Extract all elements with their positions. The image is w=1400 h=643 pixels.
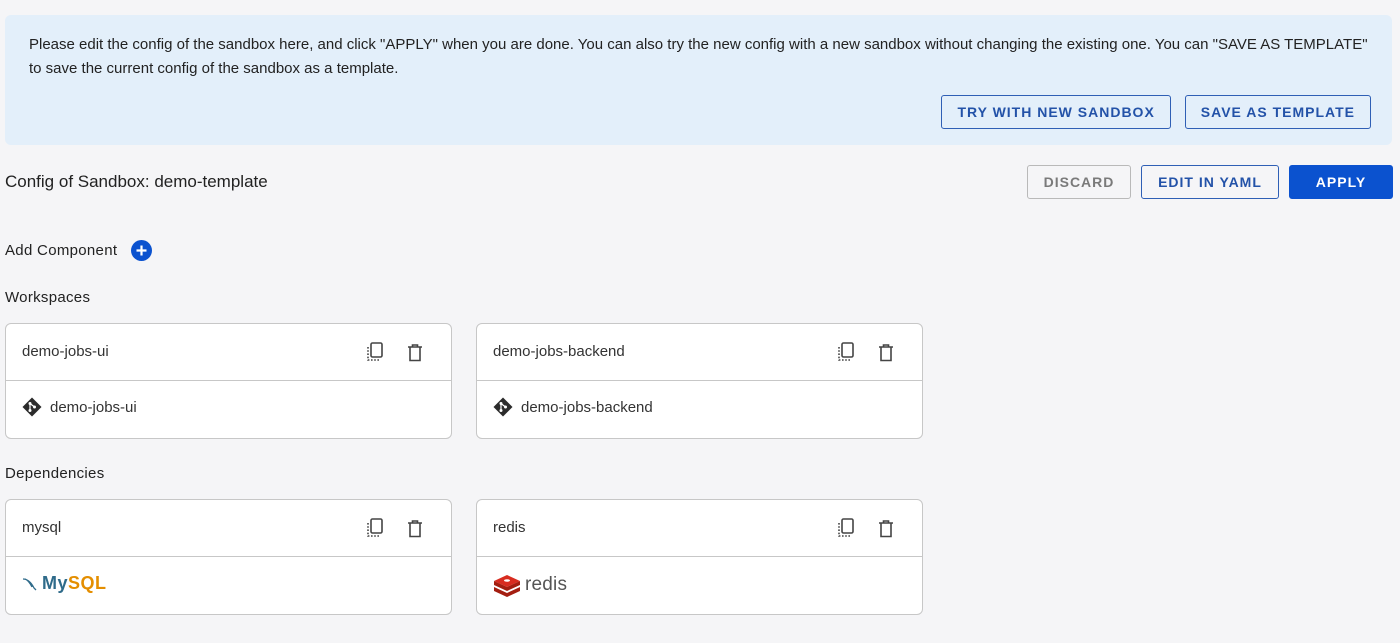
add-component-row: Add Component [5, 240, 153, 261]
banner-actions: TRY WITH NEW SANDBOX SAVE AS TEMPLATE [941, 95, 1371, 129]
card-body: demo-jobs-ui [6, 381, 451, 439]
workspaces-title: Workspaces [5, 289, 91, 306]
card-header: redis [477, 500, 922, 557]
card-tools [836, 517, 896, 539]
info-text: Please edit the config of the sandbox he… [29, 36, 1368, 77]
git-icon [493, 397, 513, 417]
card-header: demo-jobs-ui [6, 324, 451, 381]
repo-line: demo-jobs-backend [493, 397, 653, 417]
dependencies-title: Dependencies [5, 465, 105, 482]
git-icon [22, 397, 42, 417]
info-banner: Please edit the config of the sandbox he… [5, 15, 1392, 145]
mysql-logo-my: My [42, 573, 69, 593]
apply-button[interactable]: APPLY [1289, 165, 1393, 199]
card-header: mysql [6, 500, 451, 557]
card-header: demo-jobs-backend [477, 324, 922, 381]
card-title: mysql [22, 519, 62, 536]
mysql-logo-sql: SQL [68, 573, 107, 593]
page-title: Config of Sandbox: demo-template [5, 172, 268, 191]
repo-name: demo-jobs-ui [50, 398, 137, 416]
workspace-card-demo-jobs-backend: demo-jobs-backend demo-jobs-backend [476, 323, 923, 439]
trash-icon[interactable] [405, 517, 425, 539]
duplicate-icon[interactable] [365, 517, 385, 539]
redis-cube-icon [494, 575, 520, 597]
edit-in-yaml-button[interactable]: EDIT IN YAML [1141, 165, 1279, 199]
mysql-logo: MySQL [22, 573, 107, 594]
trash-icon[interactable] [876, 341, 896, 363]
card-title: redis [493, 519, 526, 536]
add-component-label: Add Component [5, 242, 118, 259]
duplicate-icon[interactable] [836, 341, 856, 363]
duplicate-icon[interactable] [836, 517, 856, 539]
card-tools [365, 341, 425, 363]
card-tools [836, 341, 896, 363]
card-body: demo-jobs-backend [477, 381, 922, 439]
try-with-new-sandbox-button[interactable]: TRY WITH NEW SANDBOX [941, 95, 1171, 129]
duplicate-icon[interactable] [365, 341, 385, 363]
workspace-card-demo-jobs-ui: demo-jobs-ui demo-jobs-ui [5, 323, 452, 439]
redis-logo: redis [493, 573, 567, 597]
repo-name: demo-jobs-backend [521, 398, 653, 416]
trash-icon[interactable] [876, 517, 896, 539]
add-component-plus-icon[interactable] [131, 240, 153, 261]
redis-logo-text: redis [525, 574, 568, 595]
trash-icon[interactable] [405, 341, 425, 363]
config-actions: DISCARD EDIT IN YAML APPLY [1027, 165, 1393, 199]
card-title: demo-jobs-backend [493, 343, 625, 360]
card-body: redis [477, 557, 922, 615]
discard-button[interactable]: DISCARD [1027, 165, 1131, 199]
card-body: MySQL [6, 557, 451, 615]
dependency-card-mysql: mysql MySQL [5, 499, 452, 615]
save-as-template-button[interactable]: SAVE AS TEMPLATE [1184, 95, 1371, 129]
dependency-card-redis: redis redis [476, 499, 923, 615]
dolphin-icon [22, 577, 37, 590]
repo-line: demo-jobs-ui [22, 397, 137, 417]
card-tools [365, 517, 425, 539]
config-header: Config of Sandbox: demo-template DISCARD… [5, 165, 1393, 199]
card-title: demo-jobs-ui [22, 343, 109, 360]
